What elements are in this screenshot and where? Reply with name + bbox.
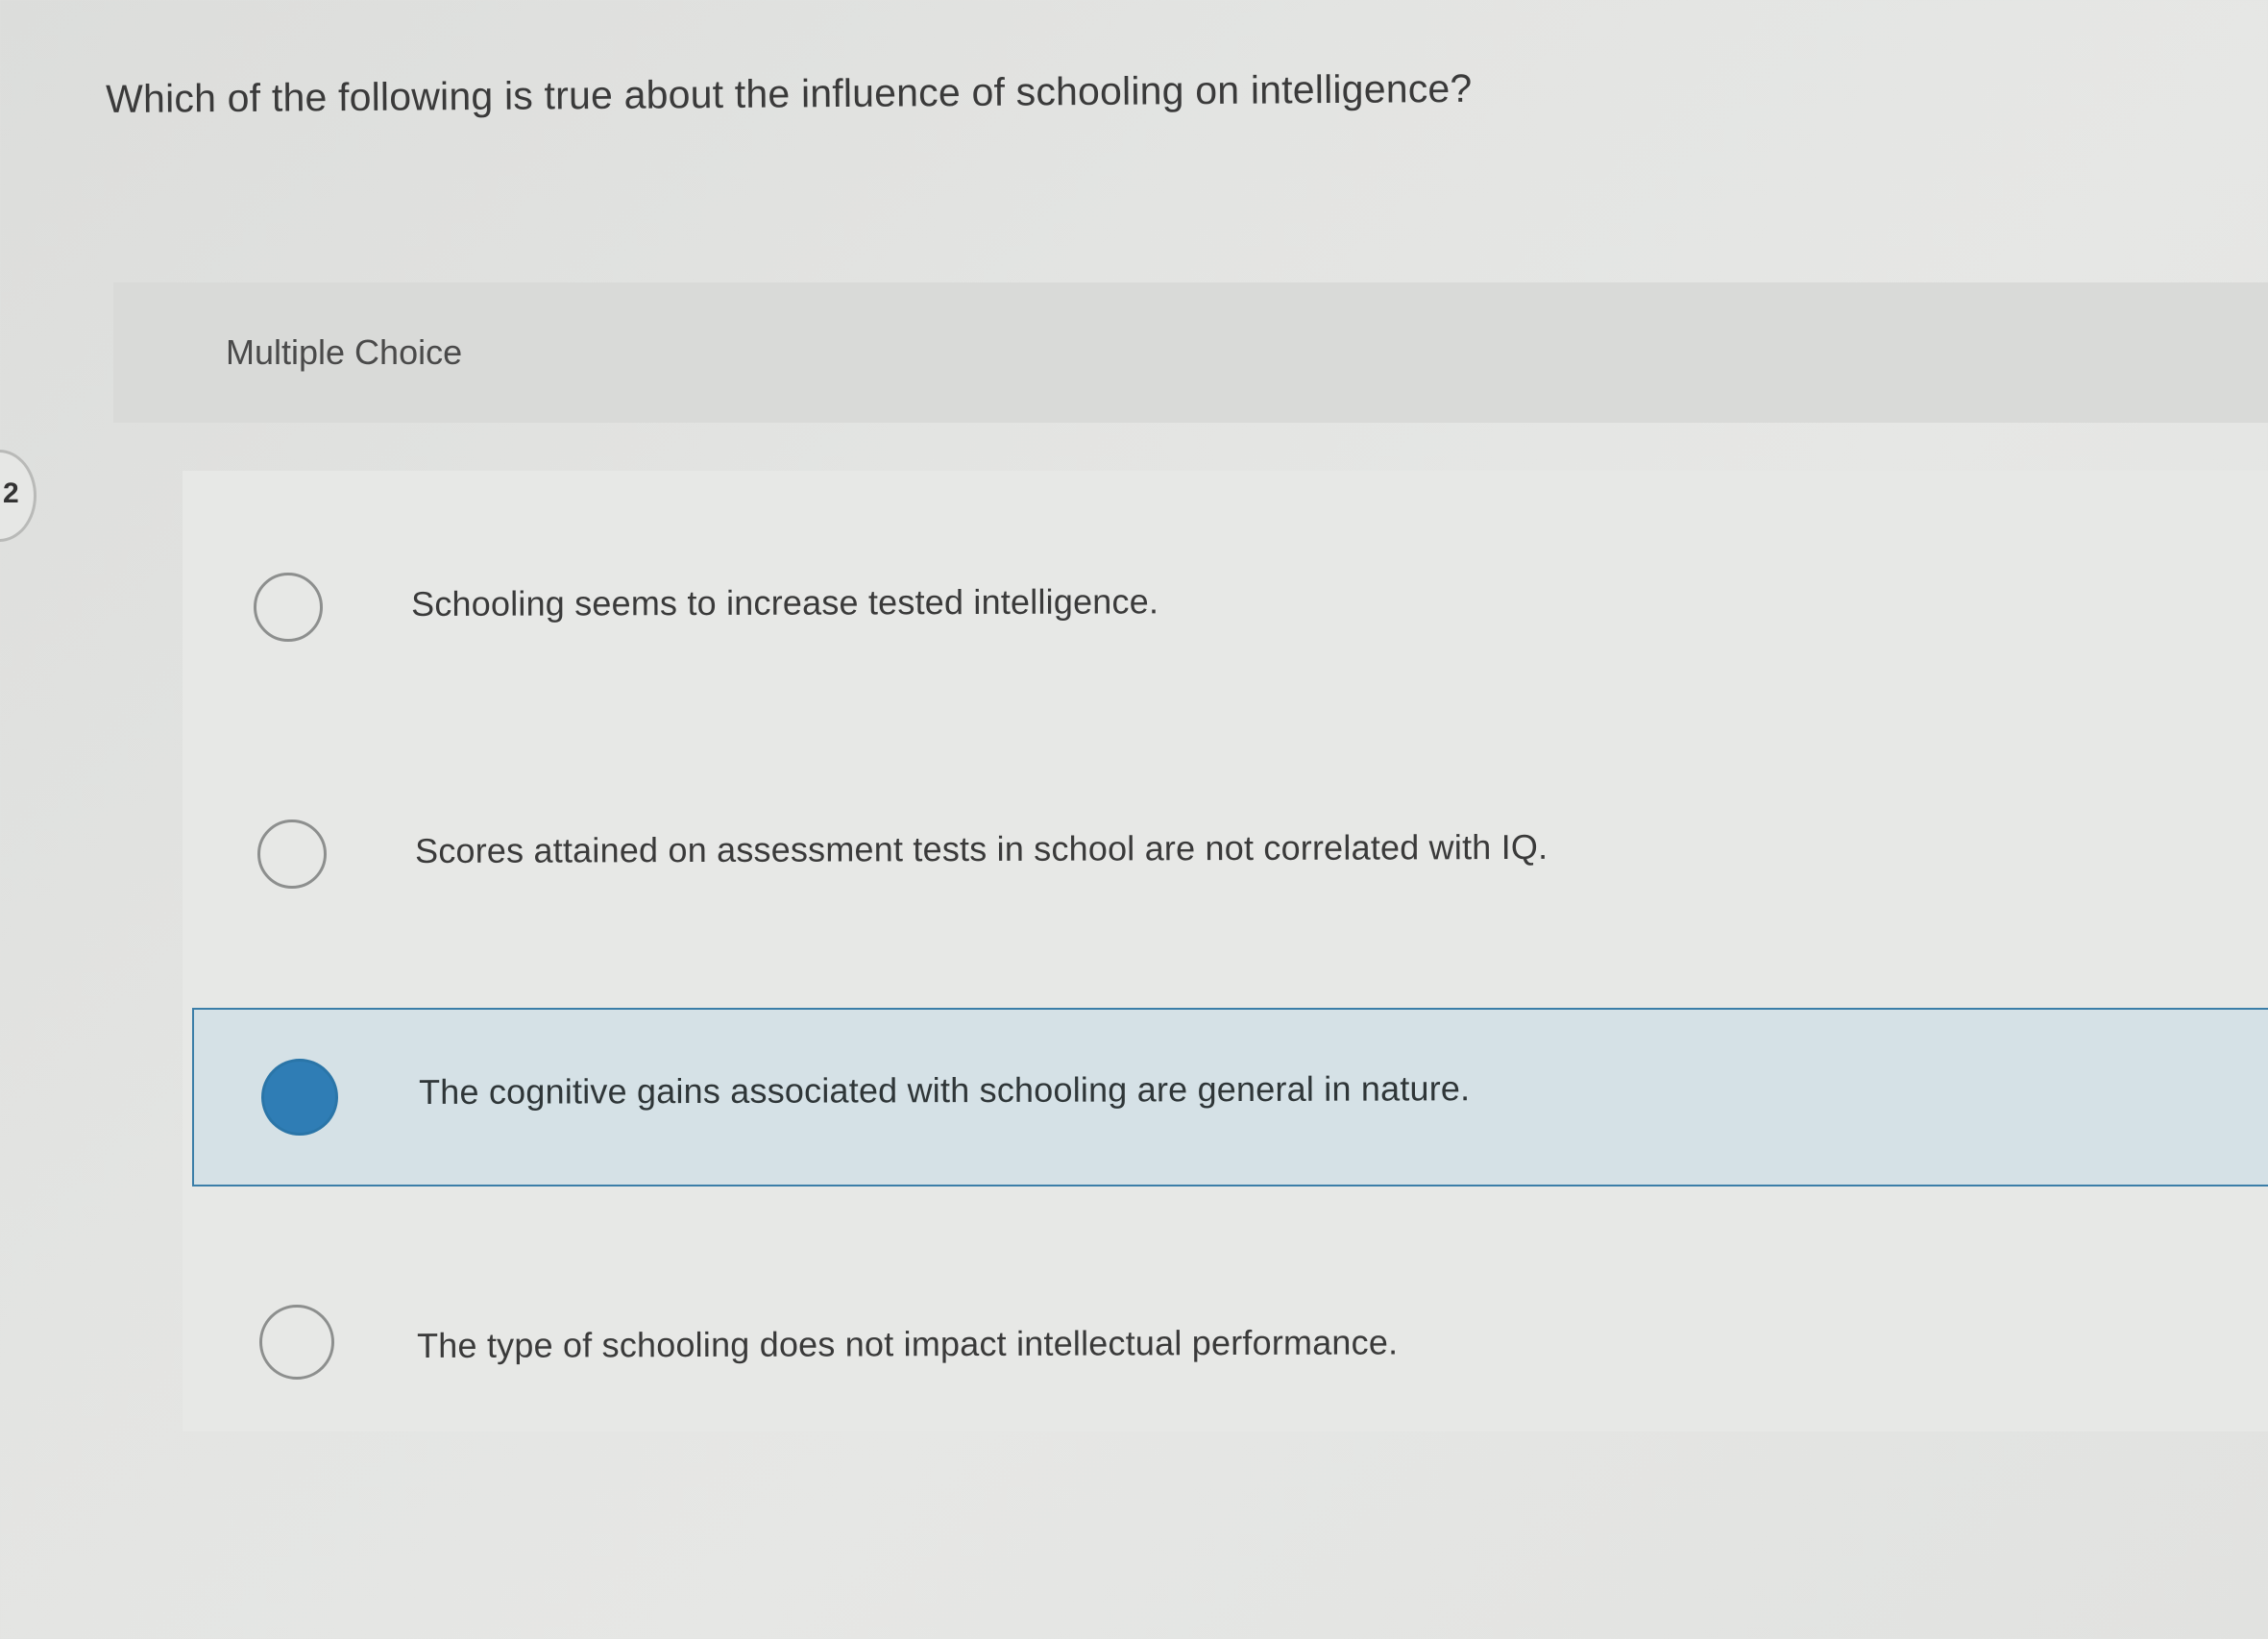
answer-option-2[interactable]: Scores attained on assessment tests in s…	[196, 766, 2268, 929]
question-type-header: Multiple Choice	[113, 282, 2268, 423]
answer-option-3-selected[interactable]: The cognitive gains associated with scho…	[192, 1008, 2268, 1186]
answer-option-label: Scores attained on assessment tests in s…	[415, 826, 1549, 870]
radio-button-unselected[interactable]	[254, 573, 323, 642]
radio-button-selected[interactable]	[261, 1059, 338, 1136]
question-type-label: Multiple Choice	[226, 332, 463, 372]
answer-option-label: The cognitive gains associated with scho…	[419, 1068, 1471, 1112]
answer-option-label: The type of schooling does not impact in…	[417, 1322, 1399, 1365]
question-number-badge: 2	[0, 450, 37, 542]
question-number: 2	[3, 477, 19, 509]
answer-option-1[interactable]: Schooling seems to increase tested intel…	[192, 519, 2268, 682]
answer-option-label: Schooling seems to increase tested intel…	[411, 581, 1159, 624]
answer-option-4[interactable]: The type of schooling does not impact in…	[198, 1262, 2268, 1426]
radio-button-unselected[interactable]	[257, 820, 327, 889]
question-prompt: Which of the following is true about the…	[106, 65, 1473, 121]
radio-button-unselected[interactable]	[259, 1305, 334, 1380]
